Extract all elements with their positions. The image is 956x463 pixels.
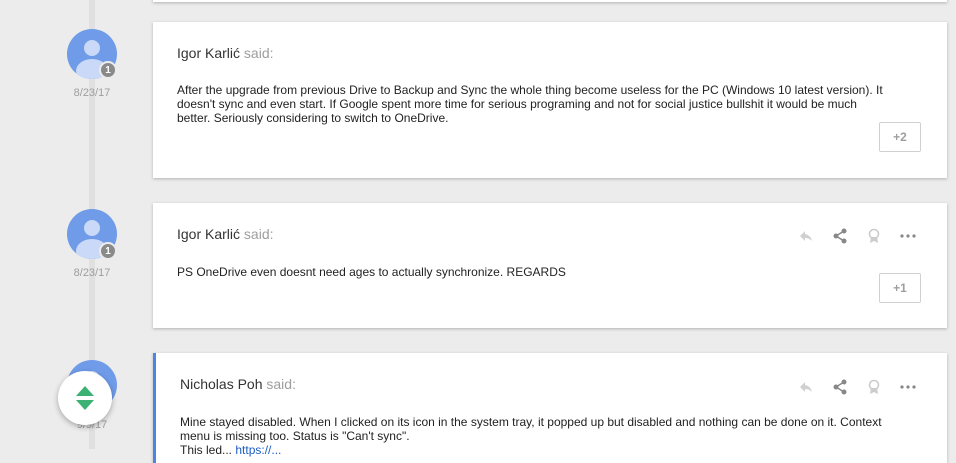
comment-actions (797, 227, 917, 245)
comment-author: Igor Karlić said: (177, 226, 274, 242)
reply-count-badge: 1 (99, 242, 117, 260)
comment-text-line3: This led... (180, 443, 233, 457)
comment-link[interactable]: https://... (235, 443, 281, 457)
author-name[interactable]: Nicholas Poh (180, 376, 263, 392)
comment-date: 8/23/17 (73, 267, 111, 279)
author-name[interactable]: Igor Karlić (177, 45, 240, 61)
comment-text: PS OneDrive even doesnt need ages to act… (177, 265, 566, 279)
comment-actions (797, 378, 917, 396)
share-icon[interactable] (831, 378, 849, 396)
plus-one-button[interactable]: +2 (879, 122, 921, 152)
comment-card: Igor Karlić said: PS OneDrive even doesn… (153, 203, 947, 328)
expand-collapse-button[interactable] (58, 371, 112, 425)
previous-comment-card-edge (153, 0, 947, 2)
award-icon[interactable] (865, 378, 883, 396)
comment-text: Mine stayed disabled. When I clicked on … (180, 415, 900, 457)
author-name[interactable]: Igor Karlić (177, 226, 240, 242)
share-icon[interactable] (831, 227, 849, 245)
said-label: said: (266, 376, 296, 392)
more-icon[interactable] (899, 227, 917, 245)
comment-text-main: Mine stayed disabled. When I clicked on … (180, 415, 882, 443)
expand-collapse-icon (76, 386, 94, 410)
comment-card: Igor Karlić said: After the upgrade from… (153, 22, 947, 178)
said-label: said: (243, 45, 274, 61)
comment-date: 8/23/17 (73, 87, 111, 99)
plus-one-button[interactable]: +1 (879, 273, 921, 303)
award-icon[interactable] (865, 227, 883, 245)
comment-text: After the upgrade from previous Drive to… (177, 83, 883, 125)
reply-count-badge: 1 (99, 61, 117, 79)
comment-author: Igor Karlić said: (177, 45, 274, 61)
comment-author: Nicholas Poh said: (180, 376, 296, 392)
more-icon[interactable] (899, 378, 917, 396)
reply-icon[interactable] (797, 227, 815, 245)
said-label: said: (243, 226, 274, 242)
reply-icon[interactable] (797, 378, 815, 396)
comment-card-highlighted: Nicholas Poh said: Mine stayed disabled.… (153, 353, 947, 463)
